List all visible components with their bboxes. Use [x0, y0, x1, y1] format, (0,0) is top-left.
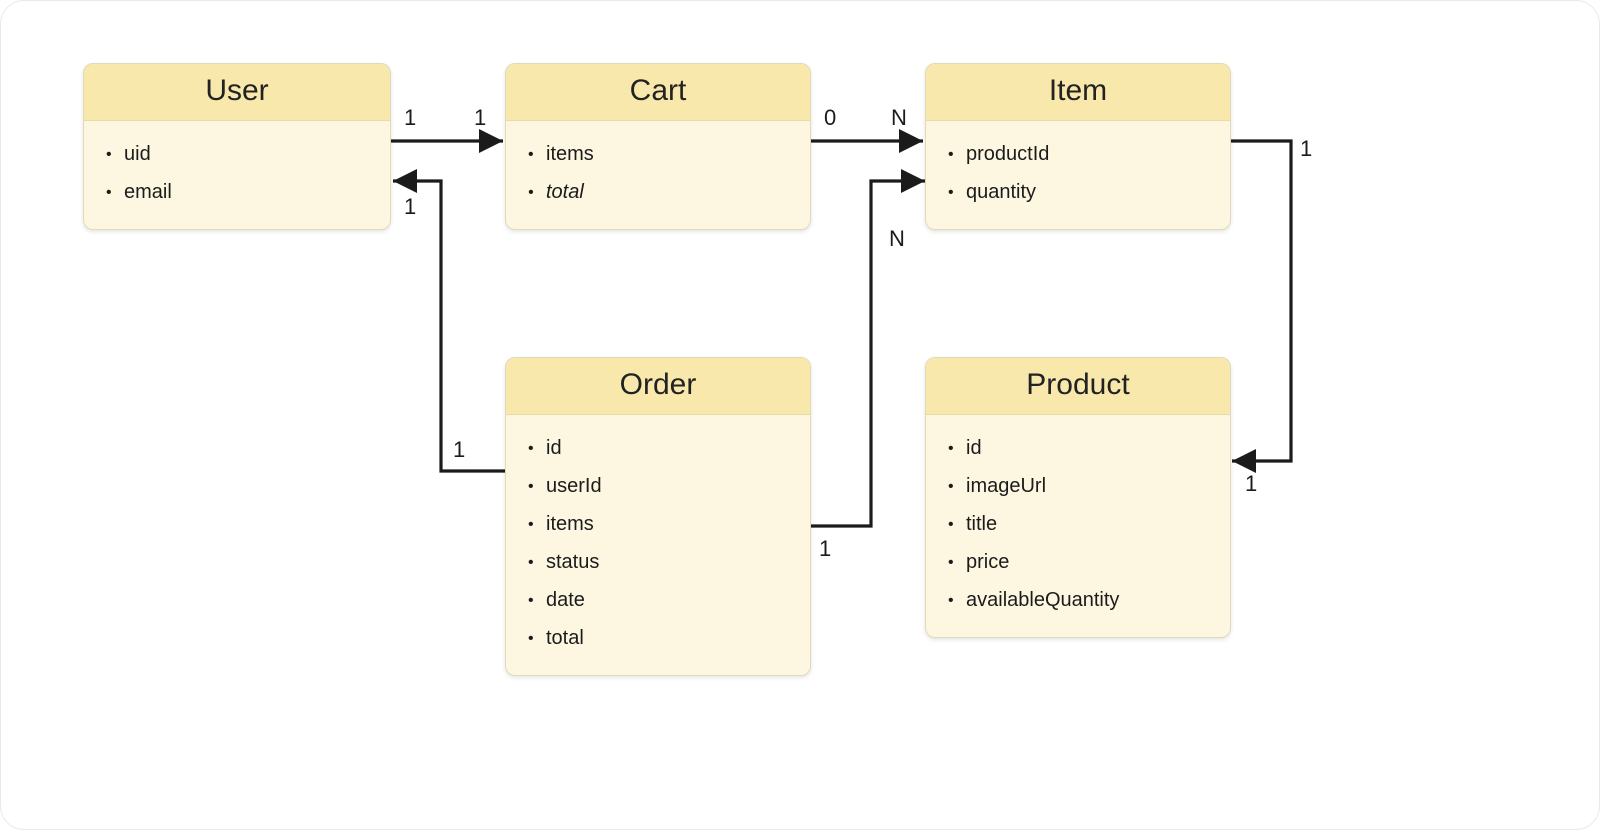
entity-product-attrs: id imageUrl title price availableQuantit…: [926, 415, 1230, 637]
rel-order-user: [393, 181, 506, 471]
entity-user: User uid email: [83, 63, 391, 230]
attr-order-date: date: [528, 581, 788, 619]
attr-cart-items: items: [528, 135, 788, 173]
attr-product-price: price: [948, 543, 1208, 581]
entity-item-title: Item: [926, 64, 1230, 121]
attr-order-items: items: [528, 505, 788, 543]
attr-product-imageurl: imageUrl: [948, 467, 1208, 505]
attr-user-uid: uid: [106, 135, 368, 173]
card-order-item-from: 1: [819, 536, 831, 562]
entity-order-attrs: id userId items status date total: [506, 415, 810, 675]
entity-order-title: Order: [506, 358, 810, 415]
rel-item-product: [1229, 141, 1291, 461]
attr-order-total: total: [528, 619, 788, 657]
attr-item-productid: productId: [948, 135, 1208, 173]
card-user-cart-to: 1: [474, 105, 486, 131]
entity-cart: Cart items total: [505, 63, 811, 230]
entity-user-title: User: [84, 64, 390, 121]
entity-cart-attrs: items total: [506, 121, 810, 229]
entity-user-attrs: uid email: [84, 121, 390, 229]
card-cart-item-to: N: [891, 105, 907, 131]
attr-cart-total: total: [528, 173, 788, 211]
attr-order-status: status: [528, 543, 788, 581]
card-order-user-from: 1: [453, 437, 465, 463]
entity-product-title: Product: [926, 358, 1230, 415]
entity-order: Order id userId items status date total: [505, 357, 811, 676]
card-item-product-to: 1: [1245, 471, 1257, 497]
entity-cart-title: Cart: [506, 64, 810, 121]
card-order-item-to: N: [889, 226, 905, 252]
card-cart-item-from: 0: [824, 105, 836, 131]
card-item-product-from: 1: [1300, 136, 1312, 162]
attr-product-id: id: [948, 429, 1208, 467]
rel-order-item: [809, 181, 925, 526]
entity-item-attrs: productId quantity: [926, 121, 1230, 229]
card-order-user-to: 1: [404, 194, 416, 220]
er-diagram-canvas: User uid email Cart items total Item pro…: [0, 0, 1600, 830]
entity-product: Product id imageUrl title price availabl…: [925, 357, 1231, 638]
attr-product-availqty: availableQuantity: [948, 581, 1208, 619]
card-user-cart-from: 1: [404, 105, 416, 131]
attr-product-title: title: [948, 505, 1208, 543]
attr-user-email: email: [106, 173, 368, 211]
attr-order-userid: userId: [528, 467, 788, 505]
attr-order-id: id: [528, 429, 788, 467]
entity-item: Item productId quantity: [925, 63, 1231, 230]
attr-item-quantity: quantity: [948, 173, 1208, 211]
